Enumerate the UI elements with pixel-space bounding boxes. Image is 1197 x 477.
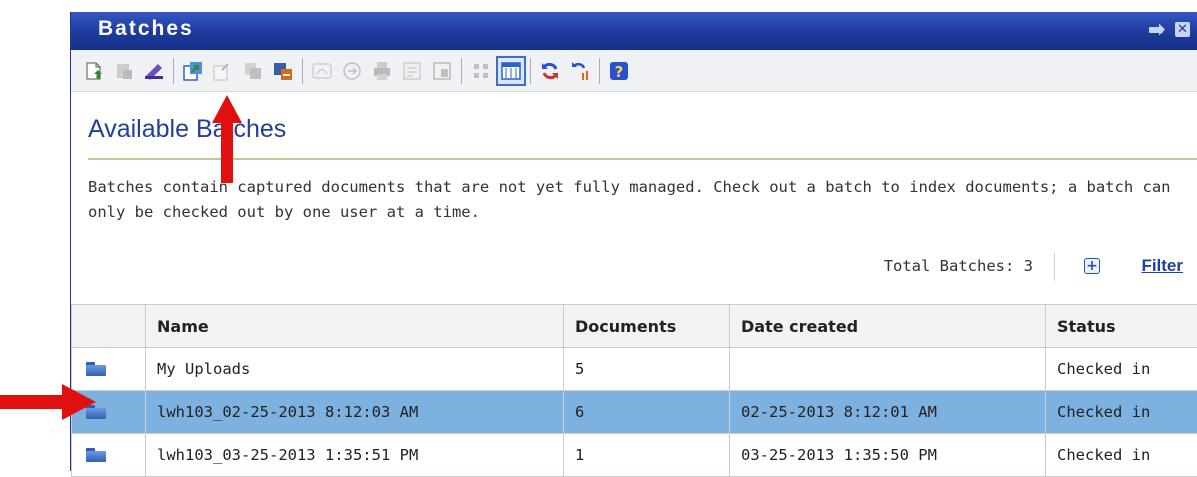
toolbar: ? bbox=[71, 50, 1197, 92]
route-button[interactable] bbox=[339, 58, 365, 84]
column-header-status[interactable]: Status bbox=[1046, 305, 1197, 348]
date-created-cell: 03-25-2013 1:35:50 PM bbox=[730, 434, 1046, 477]
toolbar-separator bbox=[173, 58, 174, 84]
new-batch-icon bbox=[84, 61, 104, 81]
link-icon bbox=[312, 61, 332, 81]
new-batch-button[interactable] bbox=[81, 58, 107, 84]
heading-divider bbox=[88, 158, 1197, 160]
table-row[interactable]: lwh103_02-25-2013 8:12:03 AM 6 02-25-201… bbox=[72, 391, 1197, 434]
delete-batch-icon bbox=[273, 61, 293, 81]
refresh-options-button[interactable] bbox=[567, 58, 593, 84]
annotation-arrow-right bbox=[0, 384, 96, 420]
column-header-icon[interactable] bbox=[72, 305, 146, 348]
properties-icon bbox=[402, 61, 422, 81]
status-cell: Checked in bbox=[1046, 434, 1197, 477]
table-header-row: Name Documents Date created Status bbox=[72, 305, 1197, 348]
print-button[interactable] bbox=[369, 58, 395, 84]
column-header-date-created[interactable]: Date created bbox=[730, 305, 1046, 348]
column-header-documents[interactable]: Documents bbox=[564, 305, 730, 348]
status-cell: Checked in bbox=[1046, 391, 1197, 434]
documents-cell: 1 bbox=[564, 434, 730, 477]
check-out-button[interactable] bbox=[180, 58, 206, 84]
copy-button[interactable] bbox=[240, 58, 266, 84]
refresh-icon bbox=[540, 61, 560, 81]
refresh-options-icon bbox=[570, 61, 590, 81]
date-created-cell bbox=[730, 348, 1046, 391]
check-in-icon bbox=[213, 61, 233, 81]
export-button[interactable] bbox=[429, 58, 455, 84]
check-in-button[interactable] bbox=[210, 58, 236, 84]
print-icon bbox=[372, 61, 392, 81]
summary-divider bbox=[1054, 253, 1055, 281]
check-out-icon bbox=[183, 61, 203, 81]
batch-name-cell[interactable]: lwh103_02-25-2013 8:12:03 AM bbox=[146, 391, 564, 434]
refresh-button[interactable] bbox=[537, 58, 563, 84]
column-header-name[interactable]: Name bbox=[146, 305, 564, 348]
thumbnail-view-button[interactable] bbox=[468, 58, 494, 84]
table-row[interactable]: lwh103_03-25-2013 1:35:51 PM 1 03-25-201… bbox=[72, 434, 1197, 477]
title-bar: Batches ✕ bbox=[71, 12, 1197, 50]
help-button[interactable]: ? bbox=[606, 58, 632, 84]
copy-icon bbox=[243, 61, 263, 81]
pin-icon[interactable] bbox=[1149, 24, 1167, 36]
import-button[interactable] bbox=[111, 58, 137, 84]
toolbar-separator bbox=[599, 58, 600, 84]
status-cell: Checked in bbox=[1046, 348, 1197, 391]
page-title: Available Batches bbox=[88, 115, 286, 144]
date-created-cell: 02-25-2013 8:12:01 AM bbox=[730, 391, 1046, 434]
svg-text:?: ? bbox=[615, 63, 624, 81]
documents-cell: 6 bbox=[564, 391, 730, 434]
folder-icon bbox=[86, 362, 106, 376]
toolbar-separator bbox=[530, 58, 531, 84]
import-icon bbox=[114, 61, 134, 81]
batch-name-cell[interactable]: My Uploads bbox=[146, 348, 564, 391]
table-row[interactable]: My Uploads 5 Checked in bbox=[72, 348, 1197, 391]
link-button[interactable] bbox=[309, 58, 335, 84]
scan-button[interactable] bbox=[141, 58, 167, 84]
batch-summary: Total Batches: 3 + Filter bbox=[71, 253, 1197, 283]
documents-cell: 5 bbox=[564, 348, 730, 391]
delete-batch-button[interactable] bbox=[270, 58, 296, 84]
details-view-icon bbox=[501, 61, 521, 81]
toolbar-separator bbox=[302, 58, 303, 84]
total-batches-label: Total Batches: 3 bbox=[884, 257, 1033, 275]
close-icon[interactable]: ✕ bbox=[1175, 22, 1190, 37]
batches-table: Name Documents Date created Status My Up… bbox=[71, 304, 1197, 477]
page-description: Batches contain captured documents that … bbox=[88, 175, 1178, 225]
window-title: Batches bbox=[98, 17, 194, 41]
annotation-arrow-up bbox=[212, 95, 242, 183]
properties-button[interactable] bbox=[399, 58, 425, 84]
batch-name-cell[interactable]: lwh103_03-25-2013 1:35:51 PM bbox=[146, 434, 564, 477]
filter-link[interactable]: Filter bbox=[1141, 256, 1183, 276]
folder-icon bbox=[86, 448, 106, 462]
scan-icon bbox=[144, 61, 164, 81]
route-icon bbox=[342, 61, 362, 81]
expand-filter-icon[interactable]: + bbox=[1084, 258, 1100, 274]
batches-panel: Batches ✕ bbox=[70, 12, 1197, 471]
export-icon bbox=[432, 61, 452, 81]
toolbar-separator bbox=[461, 58, 462, 84]
thumbnail-view-icon bbox=[471, 61, 491, 81]
help-icon: ? bbox=[609, 61, 629, 81]
details-view-button[interactable] bbox=[498, 58, 524, 84]
